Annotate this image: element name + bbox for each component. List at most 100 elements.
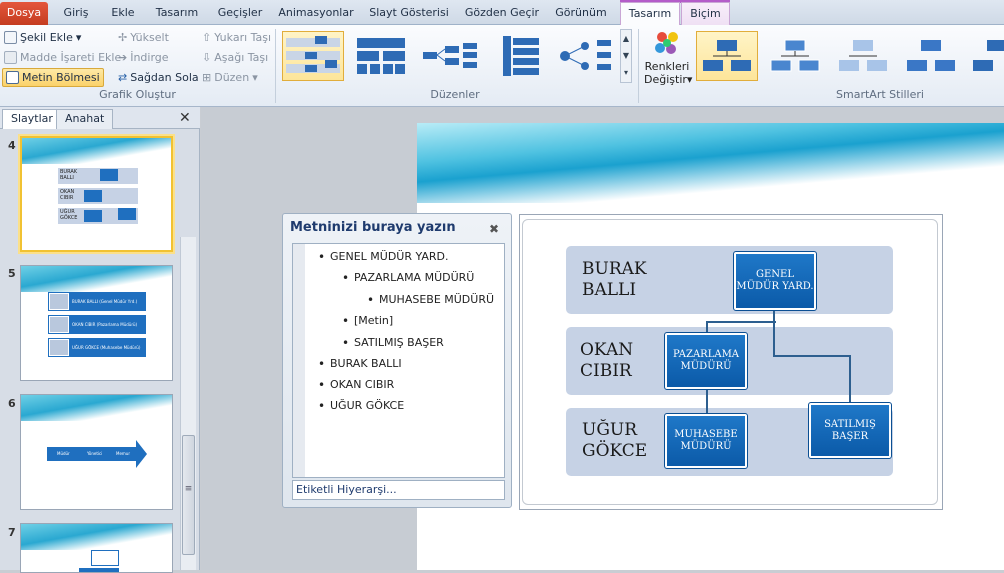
- connector-line: [706, 389, 708, 414]
- group-separator: [638, 29, 639, 103]
- arrow-left-icon: ✢: [118, 31, 128, 44]
- layout-thumb-5[interactable]: [554, 31, 616, 81]
- tab-smartart-design[interactable]: Tasarım: [620, 2, 680, 26]
- dropdown-arrow-icon: ▾: [252, 71, 258, 84]
- tab-slides[interactable]: Slaytlar: [2, 109, 62, 129]
- text-pane-item[interactable]: OKAN CIBIR: [318, 378, 394, 392]
- connector-line: [849, 355, 851, 404]
- bullet-icon: [4, 51, 17, 64]
- right-to-left-button[interactable]: ⇄ Sağdan Sola: [118, 68, 199, 87]
- promote-button[interactable]: ✢ Yükselt: [118, 28, 169, 47]
- slide-number: 7: [8, 526, 16, 539]
- table-hierarchy-icon: [357, 38, 405, 74]
- tab-transitions[interactable]: Geçişler: [212, 2, 268, 25]
- text-pane-icon: [6, 71, 19, 84]
- text-pane-title: Metninizi buraya yazın: [290, 220, 456, 235]
- thumb-label: BURAK BALLI: [60, 169, 78, 181]
- arrow-down-icon: ⇩: [202, 51, 212, 64]
- org-node-accounting-manager[interactable]: MUHASEBE MÜDÜRÜ: [664, 413, 748, 469]
- tab-view[interactable]: Görünüm: [550, 2, 612, 25]
- swap-icon: ⇄: [118, 71, 128, 84]
- layout-thumb-1[interactable]: [282, 31, 344, 81]
- slide-thumb-5[interactable]: BURAK BALLI (Genel Müdür Yrd.) OKAN CIBI…: [20, 265, 173, 381]
- text-pane-item[interactable]: BURAK BALLI: [318, 357, 402, 371]
- slides-pane: Slaytlar Anahat ✕ 4 BURAK BALLI OKAN CIB…: [0, 107, 200, 573]
- thumb-placeholder: [49, 293, 69, 310]
- smartart-text-pane: Metninizi buraya yazın ✖ GENEL MÜDÜR YAR…: [282, 213, 512, 508]
- style-thumb-3[interactable]: [832, 31, 894, 81]
- dropdown-arrow-icon: ▾: [75, 31, 82, 44]
- style-flat-icon: [703, 40, 751, 71]
- org-node-satilmis-baser[interactable]: SATILMIŞ BAŞER: [808, 402, 892, 459]
- text-pane-item[interactable]: [Metin]: [342, 314, 393, 328]
- close-icon[interactable]: ✖: [489, 222, 499, 236]
- text-pane-item[interactable]: UĞUR GÖKCE: [318, 399, 404, 413]
- text-pane-button[interactable]: Metin Bölmesi: [2, 68, 104, 87]
- slide-thumb-7[interactable]: [20, 523, 173, 573]
- layout-name-link[interactable]: Etiketli Hiyerarşi...: [292, 480, 505, 500]
- slide-wave: [21, 524, 172, 550]
- slide-wave: [417, 123, 1004, 203]
- add-shape-button[interactable]: Şekil Ekle ▾: [4, 28, 81, 47]
- scrollbar-thumb[interactable]: ≡: [182, 435, 195, 555]
- layout-thumb-3[interactable]: [418, 31, 480, 81]
- tab-insert[interactable]: Ekle: [104, 2, 142, 25]
- org-node-marketing-manager[interactable]: PAZARLAMA MÜDÜRÜ: [664, 332, 748, 390]
- org-node-general-manager[interactable]: GENEL MÜDÜR YARD.: [733, 251, 817, 311]
- band-label[interactable]: UĞUR GÖKCE: [582, 420, 652, 462]
- text-pane-editor[interactable]: GENEL MÜDÜR YARD. PAZARLAMA MÜDÜRÜ MUHAS…: [292, 243, 505, 478]
- demote-button[interactable]: ➔ İndirge: [118, 48, 169, 67]
- add-shape-icon: [4, 31, 17, 44]
- ribbon-tab-bar: Dosya Giriş Ekle Tasarım Geçişler Animas…: [0, 0, 1004, 26]
- text-pane-item[interactable]: SATILMIŞ BAŞER: [342, 336, 444, 350]
- tab-file[interactable]: Dosya: [0, 2, 48, 25]
- tab-design[interactable]: Tasarım: [150, 2, 204, 25]
- move-down-button[interactable]: ⇩ Aşağı Taşı: [202, 48, 268, 67]
- slide-thumb-4[interactable]: BURAK BALLI OKAN CIBIR UĞUR GÖKCE: [20, 136, 173, 252]
- tab-slideshow[interactable]: Slayt Gösterisi: [364, 2, 454, 25]
- tab-animations[interactable]: Animasyonlar: [276, 2, 356, 25]
- tab-review[interactable]: Gözden Geçir: [462, 2, 542, 25]
- slide-thumb-6[interactable]: Müdür Yönetici Memur: [20, 394, 173, 510]
- style-3d-icon: [973, 40, 1004, 71]
- add-bullet-button[interactable]: Madde İşareti Ekle: [4, 48, 121, 67]
- slide-wave: [21, 266, 172, 292]
- thumb-box: [91, 550, 119, 566]
- layout-thumb-2[interactable]: [350, 31, 412, 81]
- style-gradient-icon: [839, 40, 887, 71]
- close-icon[interactable]: ✕: [179, 110, 191, 126]
- style-thumb-4[interactable]: [900, 31, 962, 81]
- smartart-mini: [58, 168, 138, 224]
- group-label-smartart-styles: SmartArt Stilleri: [836, 88, 924, 101]
- style-outline-icon: [770, 39, 820, 72]
- tab-outline[interactable]: Anahat: [56, 109, 114, 129]
- text-pane-item[interactable]: PAZARLAMA MÜDÜRÜ: [342, 271, 474, 285]
- text-pane-item[interactable]: GENEL MÜDÜR YARD.: [318, 250, 449, 264]
- ribbon: Şekil Ekle ▾ Madde İşareti Ekle Metin Böl…: [0, 25, 1004, 107]
- tab-format[interactable]: Biçim: [681, 2, 730, 25]
- style-thumb-1[interactable]: [696, 31, 758, 81]
- style-shadow-icon: [907, 40, 955, 71]
- group-separator: [275, 29, 276, 103]
- text-pane-item[interactable]: MUHASEBE MÜDÜRÜ: [367, 293, 494, 307]
- tree-hierarchy-icon: [560, 40, 611, 70]
- move-up-button[interactable]: ⇧ Yukarı Taşı: [202, 28, 271, 47]
- thumb-label: Yönetici: [87, 451, 103, 456]
- band-label[interactable]: OKAN CIBIR: [580, 340, 646, 382]
- style-thumb-2[interactable]: [764, 31, 826, 81]
- band-label[interactable]: BURAK BALLI: [582, 259, 652, 301]
- layout-button[interactable]: ⊞ Düzen ▾: [202, 68, 258, 87]
- thumb-label: OKAN CIBIR: [60, 189, 75, 201]
- group-label-create-graphic: Grafik Oluştur: [99, 88, 176, 101]
- pane-tabs: Slaytlar Anahat ✕: [0, 107, 200, 129]
- vertical-hierarchy-icon: [503, 36, 539, 76]
- layout-thumb-4[interactable]: [486, 31, 548, 81]
- slide-number: 6: [8, 397, 16, 410]
- layout-icon: ⊞: [202, 71, 212, 84]
- tab-home[interactable]: Giriş: [56, 2, 96, 25]
- style-thumb-5[interactable]: [968, 31, 1004, 81]
- editor-gutter: [293, 244, 305, 477]
- horizontal-hierarchy-icon: [423, 43, 477, 68]
- change-colors-button[interactable]: Renkleri Değiştir▾: [644, 29, 692, 89]
- layouts-gallery-scroll[interactable]: ▲ ▼ ▾: [620, 29, 632, 83]
